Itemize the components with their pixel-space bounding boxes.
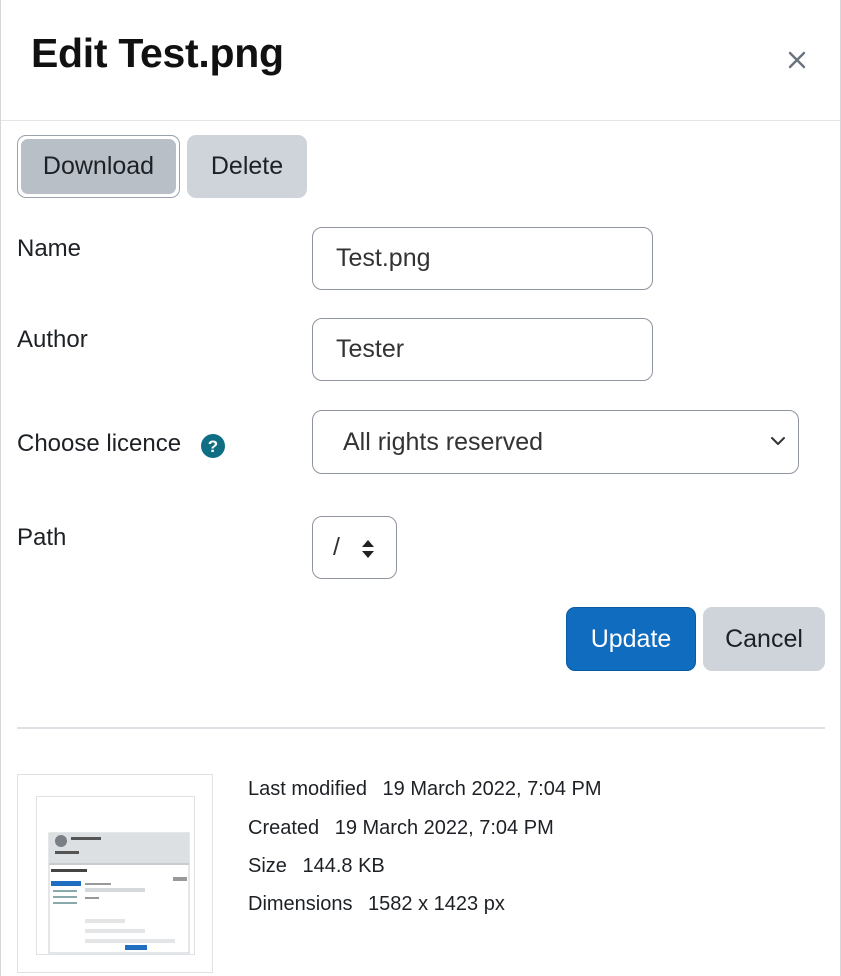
last-modified-info: Last modified 19 March 2022, 7:04 PM	[248, 778, 602, 801]
dimensions-label: Dimensions	[248, 893, 353, 915]
path-select-value: /	[333, 533, 340, 561]
path-label: Path	[17, 524, 67, 551]
name-label: Name	[17, 235, 82, 262]
path-select[interactable]: /	[312, 516, 397, 579]
sort-arrows-icon	[362, 540, 374, 558]
question-circle-icon[interactable]: ?	[200, 433, 226, 459]
size-info: Size 144.8 KB	[248, 855, 385, 878]
name-input[interactable]: Test.png	[312, 227, 653, 290]
dimensions-value: 1582 x 1423 px	[368, 893, 505, 915]
download-button[interactable]: Download	[17, 135, 180, 198]
licence-label: Choose licence	[17, 430, 182, 457]
download-button-label: Download	[21, 139, 176, 194]
dialog-header: Edit Test.png	[1, 0, 840, 121]
dialog-title: Edit Test.png	[31, 30, 284, 76]
thumbnail-image	[48, 832, 190, 954]
licence-select-value: All rights reserved	[343, 427, 544, 456]
divider	[17, 727, 825, 729]
author-input[interactable]: Tester	[312, 318, 653, 381]
edit-file-dialog: Edit Test.png Download Delete Name Test.…	[0, 0, 841, 976]
cancel-button[interactable]: Cancel	[703, 607, 825, 671]
svg-text:?: ?	[208, 437, 218, 456]
chevron-down-icon	[771, 437, 785, 445]
close-button[interactable]	[781, 44, 813, 76]
created-label: Created	[248, 817, 320, 839]
dimensions-info: Dimensions 1582 x 1423 px	[248, 893, 505, 916]
file-thumbnail	[36, 796, 195, 955]
last-modified-value: 19 March 2022, 7:04 PM	[382, 778, 602, 800]
delete-button[interactable]: Delete	[187, 135, 307, 198]
file-preview	[17, 774, 213, 973]
close-icon	[788, 51, 806, 69]
created-value: 19 March 2022, 7:04 PM	[334, 817, 554, 839]
created-info: Created 19 March 2022, 7:04 PM	[248, 817, 554, 840]
last-modified-label: Last modified	[248, 778, 367, 800]
size-label: Size	[248, 855, 287, 877]
size-value: 144.8 KB	[302, 855, 385, 877]
update-button[interactable]: Update	[566, 607, 696, 671]
author-label: Author	[17, 326, 88, 353]
licence-select[interactable]: All rights reserved	[312, 410, 799, 474]
